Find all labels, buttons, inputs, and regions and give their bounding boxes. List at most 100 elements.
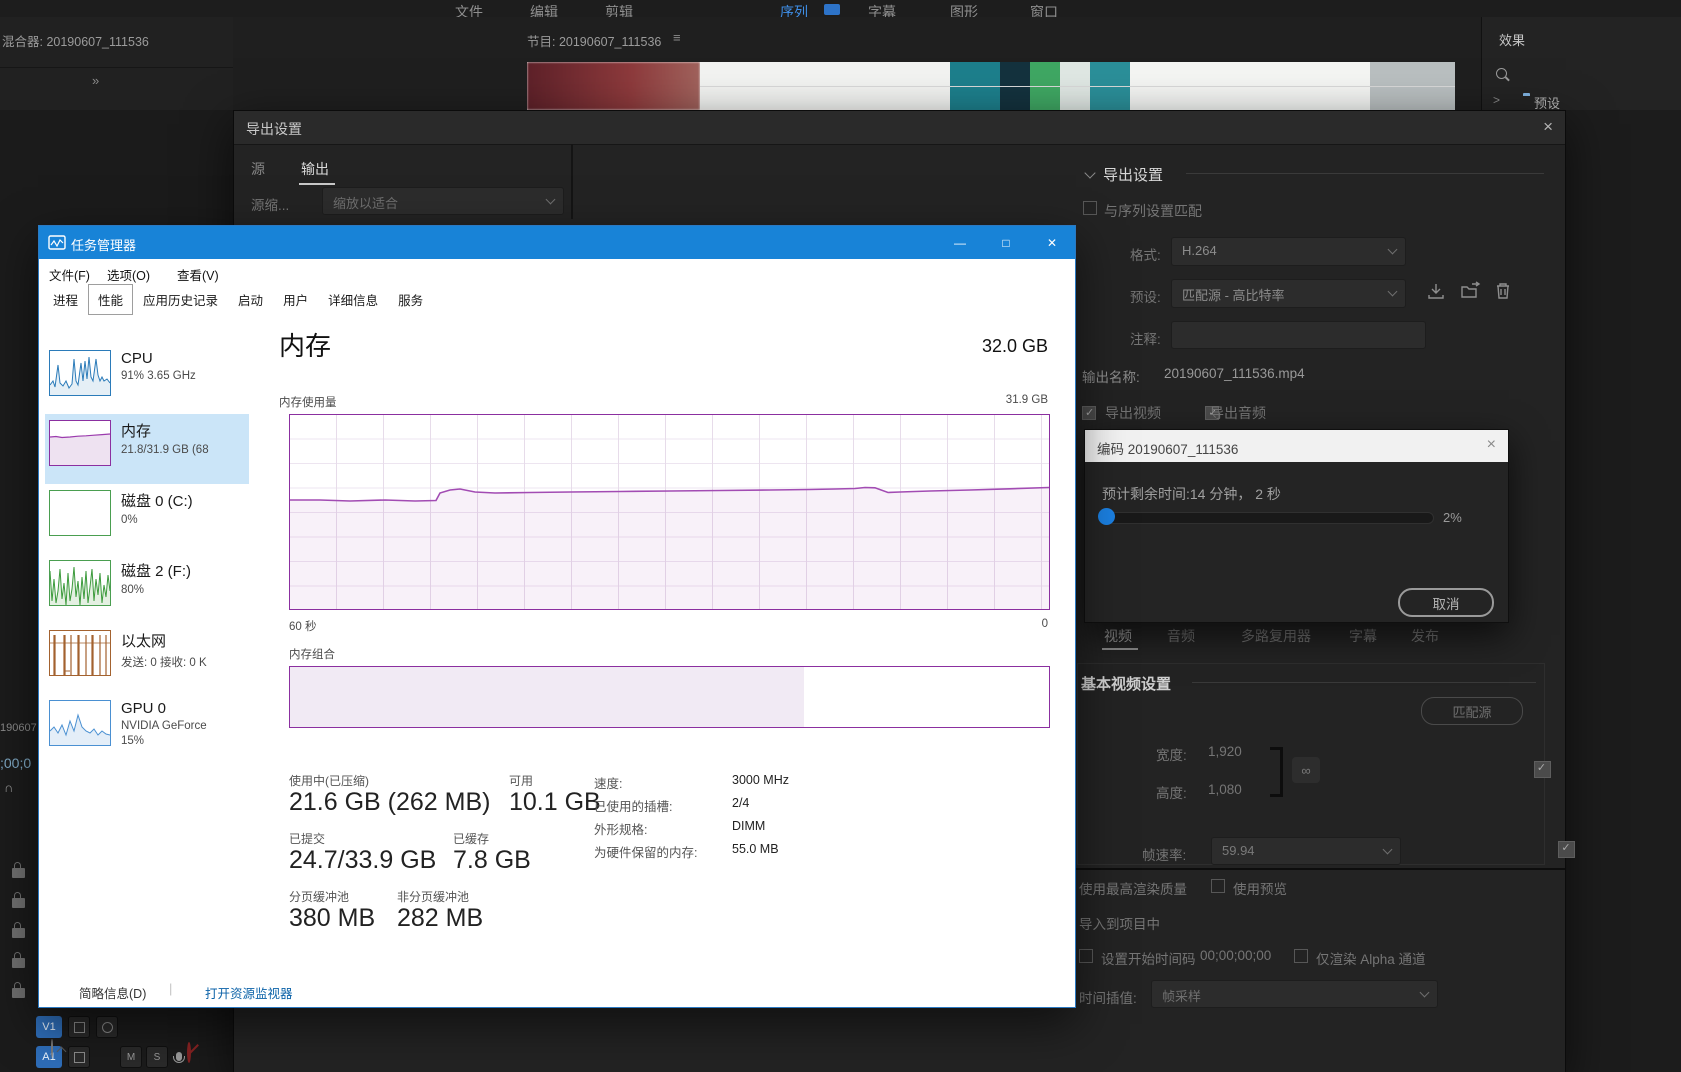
close-button[interactable]: ✕ bbox=[1029, 226, 1075, 259]
match-source-button[interactable]: 匹配源 bbox=[1421, 697, 1523, 725]
sidebar-item-memory[interactable]: 内存21.8/31.9 GB (68 bbox=[45, 414, 249, 484]
sidebar-disk0-sub: 0% bbox=[121, 514, 249, 526]
sidebar-item-gpu[interactable]: GPU 0 NVIDIA GeForce 15% bbox=[45, 694, 249, 774]
collapse-details-icon[interactable] bbox=[51, 1039, 53, 1058]
match-sequence-checkbox[interactable] bbox=[1083, 201, 1097, 215]
trash-icon[interactable] bbox=[1494, 281, 1512, 301]
menu-captions[interactable]: 字幕 bbox=[868, 2, 896, 18]
start-timecode-value[interactable]: 00;00;00;00 bbox=[1200, 948, 1271, 963]
panel-menu-icon[interactable]: ≡ bbox=[673, 30, 681, 45]
framerate-checkbox[interactable] bbox=[1558, 841, 1575, 858]
sidebar-item-disk0[interactable]: 磁盘 0 (C:)0% bbox=[45, 484, 249, 554]
minimize-button[interactable]: — bbox=[937, 226, 983, 259]
track-eye-icon[interactable] bbox=[96, 1016, 118, 1038]
start-timecode-checkbox[interactable] bbox=[1079, 949, 1093, 963]
tab-video[interactable]: 视频 bbox=[1104, 626, 1132, 646]
menu-file[interactable]: 文件 bbox=[455, 2, 483, 18]
tab-audio[interactable]: 音频 bbox=[1167, 626, 1195, 646]
alpha-only-checkbox[interactable] bbox=[1294, 949, 1308, 963]
footer-separator: | bbox=[169, 981, 172, 996]
track-lock-icon[interactable] bbox=[12, 898, 25, 908]
encoding-titlebar[interactable]: 编码 20190607_111536 × bbox=[1085, 430, 1508, 462]
tab-startup[interactable]: 启动 bbox=[228, 284, 273, 315]
export-video-label: 导出视频 bbox=[1105, 403, 1161, 423]
sidebar-ethernet-title: 以太网 bbox=[121, 630, 249, 651]
tm-menu-view[interactable]: 查看(V) bbox=[177, 265, 219, 284]
tool-icon: ∩ bbox=[4, 780, 13, 795]
track-toggle-icon[interactable] bbox=[68, 1046, 90, 1068]
tab-output[interactable]: 输出 bbox=[301, 159, 329, 179]
dialog-titlebar[interactable]: 导出设置 × bbox=[234, 111, 1565, 145]
tab-users[interactable]: 用户 bbox=[273, 284, 318, 315]
tm-menu-options[interactable]: 选项(O) bbox=[107, 265, 150, 284]
menu-graphics[interactable]: 图形 bbox=[950, 2, 978, 18]
tab-publish[interactable]: 发布 bbox=[1411, 626, 1439, 646]
panel-menu-chevrons-icon[interactable]: » bbox=[92, 73, 99, 88]
close-icon[interactable]: × bbox=[1543, 117, 1553, 137]
task-manager-icon bbox=[48, 235, 66, 250]
cancel-button[interactable]: 取消 bbox=[1398, 588, 1494, 617]
inner-square-icon bbox=[74, 1052, 85, 1063]
track-solo-button[interactable]: S bbox=[146, 1046, 168, 1068]
ethernet-mini-chart bbox=[49, 630, 111, 676]
available-value: 10.1 GB bbox=[509, 788, 601, 817]
format-dropdown[interactable]: H.264 bbox=[1171, 237, 1406, 266]
track-lock-icon[interactable] bbox=[12, 868, 25, 878]
track-lock-icon[interactable] bbox=[12, 928, 25, 938]
tree-expander-icon[interactable]: > bbox=[1493, 93, 1500, 107]
menu-window[interactable]: 窗口 bbox=[1030, 2, 1058, 18]
use-preview-checkbox[interactable] bbox=[1211, 879, 1225, 893]
track-mute-button[interactable]: M bbox=[120, 1046, 142, 1068]
open-resource-monitor-link[interactable]: 打开资源监视器 bbox=[205, 983, 293, 1002]
import-into-project-label: 导入到项目中 bbox=[1079, 913, 1160, 933]
track-lock-icon[interactable] bbox=[12, 958, 25, 968]
memory-mini-chart bbox=[49, 420, 111, 466]
fewer-details-link[interactable]: 简略信息(D) bbox=[79, 983, 146, 1002]
sidebar-item-cpu[interactable]: CPU91% 3.65 GHz bbox=[45, 344, 249, 414]
menu-sequence[interactable]: 序列 bbox=[780, 2, 808, 18]
close-icon[interactable]: × bbox=[1487, 436, 1496, 454]
comment-input[interactable] bbox=[1171, 321, 1426, 349]
slots-value: 2/4 bbox=[732, 796, 749, 810]
menu-clip[interactable]: 剪辑 bbox=[605, 2, 633, 18]
tab-services[interactable]: 服务 bbox=[388, 284, 433, 315]
tab-source[interactable]: 源 bbox=[251, 159, 265, 179]
tab-app-history[interactable]: 应用历史记录 bbox=[133, 284, 228, 315]
track-lock-icon[interactable] bbox=[12, 988, 25, 998]
output-name-value[interactable]: 20190607_111536.mp4 bbox=[1164, 366, 1305, 381]
sidebar-item-ethernet[interactable]: 以太网发送: 0 接收: 0 K bbox=[45, 624, 249, 694]
search-icon[interactable] bbox=[1496, 68, 1507, 79]
menu-edit[interactable]: 编辑 bbox=[530, 2, 558, 18]
video-tab-underline bbox=[1102, 648, 1138, 650]
composition-inuse-segment bbox=[290, 667, 805, 727]
source-scaling-dropdown[interactable]: 缩放以适合 bbox=[322, 187, 564, 215]
framerate-dropdown[interactable]: 59.94 bbox=[1211, 837, 1401, 865]
mic-icon[interactable] bbox=[176, 1048, 182, 1066]
encoding-eta: 预计剩余时间:14 分钟， 2 秒 bbox=[1102, 484, 1281, 504]
time-interpolation-dropdown[interactable]: 帧采样 bbox=[1151, 980, 1438, 1008]
tab-multiplexer[interactable]: 多路复用器 bbox=[1241, 626, 1311, 646]
tab-captions[interactable]: 字幕 bbox=[1349, 626, 1377, 646]
export-video-checkbox[interactable] bbox=[1082, 406, 1096, 420]
basic-video-header: 基本视频设置 bbox=[1081, 673, 1171, 694]
sidebar-memory-sub: 21.8/31.9 GB (68 bbox=[121, 444, 249, 456]
maximize-button[interactable]: □ bbox=[983, 226, 1029, 259]
track-toggle-icon[interactable] bbox=[68, 1016, 90, 1038]
height-value[interactable]: 1,080 bbox=[1208, 782, 1242, 797]
dialog-splitter[interactable] bbox=[571, 144, 573, 219]
tab-performance[interactable]: 性能 bbox=[88, 284, 133, 315]
save-preset-icon[interactable] bbox=[1426, 281, 1446, 301]
sidebar-item-disk2[interactable]: 磁盘 2 (F:)80% bbox=[45, 554, 249, 624]
import-preset-icon[interactable] bbox=[1460, 281, 1482, 301]
track-v1-button[interactable]: V1 bbox=[36, 1016, 62, 1038]
right-edge-panel bbox=[1564, 110, 1681, 1072]
tab-processes[interactable]: 进程 bbox=[43, 284, 88, 315]
link-dimensions-icon[interactable]: ∞ bbox=[1292, 757, 1320, 783]
width-height-checkbox[interactable] bbox=[1534, 761, 1551, 778]
tm-menu-file[interactable]: 文件(F) bbox=[49, 265, 90, 284]
tm-titlebar[interactable]: 任务管理器 — □ ✕ bbox=[39, 226, 1075, 259]
preset-dropdown[interactable]: 匹配源 - 高比特率 bbox=[1171, 279, 1406, 308]
width-value[interactable]: 1,920 bbox=[1208, 744, 1242, 759]
tab-details[interactable]: 详细信息 bbox=[318, 284, 388, 315]
section-chevron-icon[interactable] bbox=[1084, 167, 1095, 178]
